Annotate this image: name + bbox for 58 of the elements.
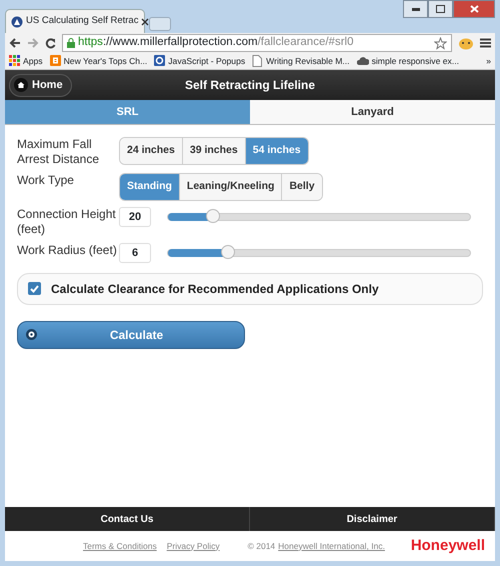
extension-icon[interactable] [458, 36, 474, 50]
option-button[interactable]: Leaning/Kneeling [180, 174, 282, 200]
number-field[interactable]: 20 [119, 206, 151, 227]
apps-icon [9, 55, 20, 66]
home-icon [14, 78, 28, 92]
blog-icon [50, 55, 61, 66]
page-icon [252, 54, 264, 67]
back-icon[interactable] [9, 38, 21, 48]
calculate-button[interactable]: Calculate [17, 320, 245, 349]
footer-link[interactable]: Privacy Policy [166, 540, 220, 552]
url-text: https://www.millerfallprotection.com/fallclearance/#srl0 [78, 35, 354, 50]
logo: Honeywell [410, 536, 485, 556]
maximize-icon [436, 5, 445, 13]
option-button[interactable]: 39 inches [182, 138, 246, 164]
bookmarks-overflow[interactable]: » [486, 54, 491, 68]
footer-nav-button[interactable]: Contact Us [5, 507, 250, 531]
field-label: Connection Height (feet) [17, 206, 117, 237]
minimize-button[interactable] [403, 0, 428, 18]
close-window-button[interactable] [453, 0, 495, 18]
star-icon[interactable] [434, 36, 447, 50]
tab[interactable]: Lanyard [250, 100, 495, 125]
option-button[interactable]: Standing [120, 174, 180, 200]
check-icon [30, 284, 39, 293]
checkbox-label: Calculate Clearance for Recommended Applications Only [51, 280, 379, 298]
minimize-icon [412, 8, 420, 10]
bookmark[interactable]: JavaScript - Popups [154, 54, 246, 68]
number-field[interactable]: 6 [119, 242, 151, 263]
bookmark[interactable]: simple responsive ex... [356, 54, 459, 68]
home-button[interactable]: Home [9, 74, 72, 96]
page-title: Self Retracting Lifeline [184, 77, 316, 94]
field-label: Maximum Fall Arrest Distance [17, 137, 100, 167]
site-icon [11, 16, 23, 28]
close-icon[interactable] [141, 18, 150, 26]
footer-link[interactable]: Terms & Conditions [83, 540, 157, 552]
bookmark[interactable]: Apps [9, 54, 43, 68]
address-bar[interactable]: https://www.millerfallprotection.com/fallclearance/#srl0 [62, 34, 452, 52]
company-link[interactable]: Honeywell International, Inc. [278, 540, 385, 552]
slider-thumb[interactable] [221, 244, 236, 259]
reload-icon[interactable] [45, 38, 56, 48]
menu-icon[interactable] [480, 38, 491, 48]
option-button[interactable]: Belly [282, 174, 322, 200]
checkbox-row[interactable]: Calculate Clearance for Recommended Applications Only [17, 272, 483, 305]
lock-icon [67, 38, 75, 48]
option-button[interactable]: 54 inches [246, 138, 308, 164]
bookmark[interactable]: Writing Revisable M... [252, 54, 350, 68]
checkbox[interactable] [28, 282, 41, 296]
close-icon [470, 5, 478, 13]
tab-title: US Calculating Self Retrac [26, 14, 138, 28]
field-label: Work Type [17, 173, 75, 188]
copyright-text: © 2014 [248, 540, 276, 552]
option-button[interactable]: 24 inches [120, 138, 183, 164]
bookmark[interactable]: New Year's Tops Ch... [50, 54, 148, 68]
site-icon [154, 55, 166, 66]
maximize-button[interactable] [428, 0, 453, 18]
footer-nav-button[interactable]: Disclaimer [250, 507, 495, 531]
slider-thumb[interactable] [206, 208, 220, 223]
field-label: Work Radius (feet) [17, 242, 118, 258]
cloud-icon [356, 55, 369, 66]
